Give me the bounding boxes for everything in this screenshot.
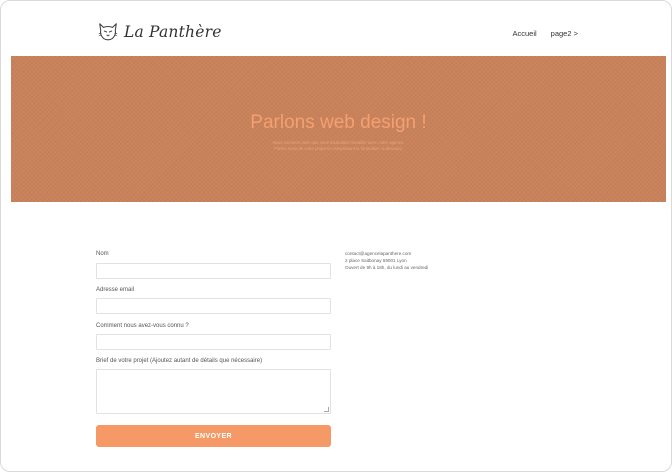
contact-address: 2 place Saitbonay 69001 Lyon bbox=[345, 258, 407, 264]
site-header: La Panthère Accueil page2 > bbox=[1, 1, 671, 56]
nav-item-page2[interactable]: page2 > bbox=[551, 29, 578, 38]
brief-textarea[interactable] bbox=[96, 369, 331, 414]
source-field[interactable] bbox=[96, 334, 331, 350]
email-label: Adresse email bbox=[96, 287, 135, 293]
source-label: Comment nous avez-vous connu ? bbox=[96, 323, 189, 329]
name-field[interactable] bbox=[96, 263, 331, 279]
nav-item-accueil[interactable]: Accueil bbox=[512, 29, 536, 38]
contact-info: contact@agencelapanthere.com 2 place Sai… bbox=[345, 250, 428, 272]
browser-frame: La Panthère Accueil page2 > Parlons web … bbox=[0, 0, 672, 472]
contact-hours: Ouvert de 9h à 18h, du lundi au vendredi bbox=[345, 265, 429, 271]
submit-button[interactable]: ENVOYER bbox=[96, 425, 331, 447]
email-field[interactable] bbox=[96, 298, 331, 314]
brief-label: Brief de votre projet (Ajoutez autant de… bbox=[96, 358, 263, 364]
panther-head-icon bbox=[98, 23, 118, 41]
contact-email[interactable]: contact@agencelapanthere.com bbox=[345, 250, 428, 257]
hero-banner: Parlons web design ! Nous sommes ravis q… bbox=[11, 56, 666, 202]
hero-title: Parlons web design ! bbox=[250, 112, 427, 133]
hero-subtitle-line2: Parlez-nous de votre projet en remplissa… bbox=[274, 146, 403, 151]
main-nav: Accueil page2 > bbox=[512, 29, 578, 38]
resize-handle-icon[interactable] bbox=[324, 407, 329, 412]
brand-name: La Panthère bbox=[124, 23, 222, 41]
name-label: Nom bbox=[96, 251, 109, 257]
brand-logo[interactable]: La Panthère bbox=[97, 21, 222, 43]
